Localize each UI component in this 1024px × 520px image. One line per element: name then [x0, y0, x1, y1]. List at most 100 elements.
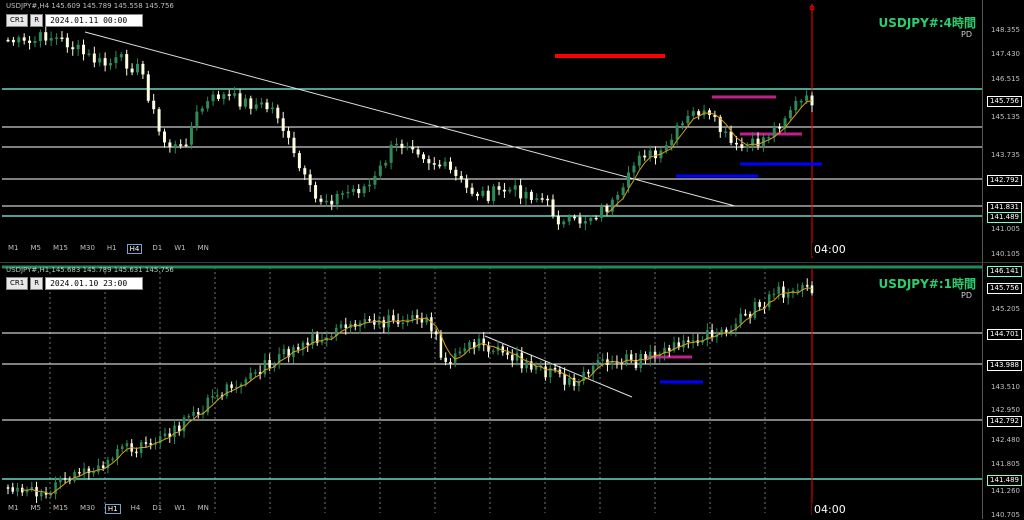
timeframe-h4[interactable]: H4: [129, 504, 143, 514]
h1-candle: [553, 367, 557, 370]
timeframe-h4[interactable]: H4: [126, 244, 143, 254]
timeframe-d1[interactable]: D1: [150, 504, 164, 514]
h1-candle: [144, 442, 148, 444]
h4-r-button[interactable]: R: [30, 13, 44, 27]
h1-candle: [739, 313, 742, 324]
h1-candle: [363, 319, 367, 323]
h1-candle: [392, 315, 395, 321]
h4-candle: [184, 144, 188, 147]
timeframe-d1[interactable]: D1: [150, 244, 164, 254]
h1-cr-button[interactable]: CR1: [6, 276, 29, 290]
timeframe-mn[interactable]: MN: [196, 504, 211, 514]
h4-cr-button[interactable]: CR1: [6, 13, 29, 27]
timeframe-h1[interactable]: H1: [104, 504, 121, 514]
h1-candle: [192, 412, 195, 416]
h1-candle: [786, 293, 790, 298]
h4-candle: [454, 169, 458, 176]
h4-candle: [314, 185, 318, 199]
h4-candle: [125, 54, 129, 69]
h1-candle: [149, 443, 152, 445]
h4-candle: [373, 175, 377, 185]
h4-candle: [724, 131, 728, 133]
h1-candle: [644, 353, 647, 360]
h1-candle: [54, 482, 57, 495]
h1-candle: [249, 372, 252, 380]
price-label: 141.489: [987, 475, 1022, 486]
h4-candle: [799, 100, 803, 103]
h4-candle: [324, 200, 328, 203]
h1-candle: [282, 348, 286, 355]
timeframe-m30[interactable]: M30: [78, 244, 97, 254]
h4-chart-canvas[interactable]: [0, 0, 1024, 262]
h1-date-field[interactable]: 2024.01.10 23:00: [45, 276, 144, 290]
timeframe-m15[interactable]: M15: [51, 244, 70, 254]
h4-candle: [529, 191, 533, 200]
h4-candle: [195, 111, 199, 126]
h4-candle: [567, 216, 571, 222]
timeframe-h1[interactable]: H1: [105, 244, 119, 254]
h4-candle: [432, 163, 436, 165]
h4-candle: [556, 215, 560, 225]
h1-candle: [720, 329, 723, 336]
h4-candle: [675, 125, 679, 140]
h4-candle: [227, 94, 231, 96]
h4-candle: [330, 200, 334, 205]
h4-candle: [546, 198, 550, 201]
h4-candle: [152, 100, 156, 110]
h4-candle: [513, 185, 517, 190]
h1-candle: [725, 329, 728, 333]
price-label: 148.355: [991, 26, 1020, 34]
h4-candle: [465, 179, 469, 188]
timeframe-w1[interactable]: W1: [172, 504, 187, 514]
timeframe-w1[interactable]: W1: [172, 244, 187, 254]
h1-candle: [463, 348, 466, 352]
h4-candle: [341, 193, 345, 195]
h1-time-label: 04:00: [812, 503, 848, 516]
h1-candle: [97, 465, 100, 472]
h4-date-field[interactable]: 2024.01.11 00:00: [45, 13, 144, 27]
h1-candle: [368, 319, 371, 321]
h4-candle: [173, 144, 177, 147]
h1-chart-pane[interactable]: USDJPY#,H1 145.683 145.789 145.631 145.7…: [0, 263, 1024, 519]
h4-candle: [767, 137, 771, 139]
h1-candle: [568, 377, 571, 385]
h1-candle: [682, 340, 685, 348]
h1-candle: [777, 286, 780, 294]
price-label: 142.792: [987, 416, 1022, 427]
price-label: 141.260: [991, 487, 1020, 495]
h1-candle: [78, 472, 81, 474]
h1-candle: [525, 361, 528, 369]
h4-candle: [222, 94, 226, 99]
h4-candle: [729, 131, 733, 143]
h1-chart-canvas[interactable]: [0, 263, 1024, 519]
h4-candle: [71, 47, 75, 50]
h1-candle: [187, 415, 191, 418]
h1-candle: [477, 338, 481, 349]
h4-candle: [6, 39, 10, 42]
h4-candle: [697, 111, 701, 116]
h4-price-axis[interactable]: 148.355 147.430 146.515 145.756 145.135 143.7…: [982, 0, 1024, 262]
h4-candle: [28, 40, 32, 43]
h4-candle: [551, 199, 555, 216]
h1-candle: [216, 395, 219, 397]
timeframe-m1[interactable]: M1: [6, 244, 21, 254]
h4-candle: [38, 32, 42, 41]
h1-candle: [101, 465, 105, 469]
timeframe-m5[interactable]: M5: [29, 504, 44, 514]
h4-candle: [621, 187, 625, 196]
h1-candle: [444, 357, 447, 362]
h4-candle: [114, 57, 118, 64]
h1-price-axis[interactable]: 146.141 145.756 145.205 144.701 143.988 143.5…: [982, 263, 1024, 519]
timeframe-m30[interactable]: M30: [78, 504, 97, 514]
price-label: 144.701: [987, 329, 1022, 340]
h4-chart-pane[interactable]: USDJPY#,H4 145.609 145.789 145.558 145.7…: [0, 0, 1024, 263]
h1-trendline: [484, 335, 633, 398]
h4-candle: [357, 188, 361, 194]
timeframe-m15[interactable]: M15: [51, 504, 70, 514]
h1-candle: [40, 492, 43, 497]
h1-candle: [758, 301, 761, 307]
h1-r-button[interactable]: R: [30, 276, 44, 290]
timeframe-m5[interactable]: M5: [29, 244, 44, 254]
timeframe-mn[interactable]: MN: [196, 244, 211, 254]
timeframe-m1[interactable]: M1: [6, 504, 21, 514]
